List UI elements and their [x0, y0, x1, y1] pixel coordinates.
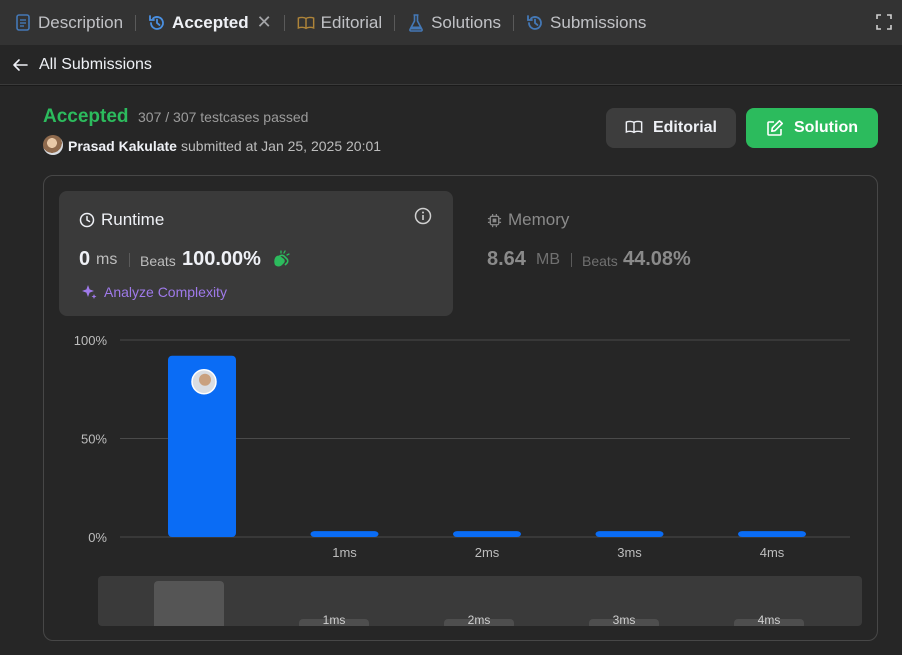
tab-divider: [513, 14, 515, 31]
solution-button[interactable]: Solution: [746, 108, 878, 148]
avatar[interactable]: [43, 135, 63, 155]
info-icon[interactable]: [414, 207, 432, 225]
memory-value: 8.64: [487, 248, 526, 270]
history-icon: [526, 14, 544, 32]
flask-icon: [407, 13, 425, 32]
close-icon[interactable]: ✕: [257, 12, 272, 33]
tab-divider: [135, 14, 137, 31]
bar: [310, 531, 379, 537]
memory-beats-label: Beats: [582, 253, 618, 269]
sparkle-icon: [82, 285, 97, 299]
submitted-time: submitted at Jan 25, 2025 20:01: [181, 138, 382, 154]
runtime-value: 0: [79, 248, 91, 270]
minimap-label: 3ms: [612, 613, 636, 626]
divider: [129, 253, 130, 267]
memory-title[interactable]: Memory: [487, 210, 569, 230]
tab-bar: Description Accepted ✕ Editorial Solutio…: [0, 0, 902, 45]
tab-solutions[interactable]: Solutions: [407, 0, 501, 45]
tab-label: Solutions: [431, 12, 502, 32]
tab-label: Editorial: [320, 12, 383, 32]
history-icon: [148, 14, 166, 32]
clock-icon: [79, 212, 95, 228]
tab-label: Accepted: [172, 12, 249, 32]
divider: [571, 253, 572, 267]
memory-beats-value: 44.08%: [623, 248, 691, 270]
bar: [595, 531, 664, 537]
fullscreen-icon[interactable]: [876, 14, 892, 30]
tab-editorial[interactable]: Editorial: [297, 0, 382, 45]
edit-icon: [766, 119, 784, 137]
avatar-face: [199, 373, 211, 386]
tab-description[interactable]: Description: [14, 0, 123, 45]
analyze-complexity-link[interactable]: Analyze Complexity: [80, 283, 227, 301]
back-link[interactable]: All Submissions: [0, 45, 902, 85]
tab-divider: [394, 14, 396, 31]
x-tick-label: 3ms: [617, 545, 642, 560]
chart-range-selector[interactable]: 1ms 2ms 3ms 4ms: [98, 576, 862, 626]
bar: [453, 531, 521, 537]
editorial-button[interactable]: Editorial: [606, 108, 736, 148]
x-tick-label: 4ms: [760, 545, 785, 560]
bar: [738, 531, 806, 537]
clapping-hands-icon: [274, 250, 290, 267]
x-tick-label: 1ms: [332, 545, 357, 560]
arrow-left-icon: [13, 58, 28, 71]
x-tick-label: 2ms: [475, 545, 500, 560]
tab-accepted[interactable]: Accepted ✕: [148, 0, 272, 45]
runtime-unit: ms: [96, 251, 118, 268]
back-label: All Submissions: [39, 55, 152, 73]
memory-unit: MB: [536, 251, 560, 268]
author-name[interactable]: Prasad Kakulate: [68, 138, 177, 154]
chip-icon: [487, 213, 502, 227]
runtime-beats-label: Beats: [140, 253, 176, 269]
y-tick-label: 0%: [88, 530, 107, 545]
description-icon: [14, 14, 32, 32]
y-tick-label: 50%: [81, 432, 107, 447]
book-icon: [625, 119, 643, 137]
runtime-distribution-chart: 100% 50% 0% 1ms 2ms 3ms 4ms: [74, 333, 850, 560]
editorial-label: Editorial: [652, 119, 717, 136]
y-tick-label: 100%: [74, 333, 108, 348]
minimap-label: 2ms: [467, 613, 491, 626]
range-handle[interactable]: [154, 581, 224, 626]
tab-divider: [283, 14, 285, 31]
runtime-title: Runtime: [79, 210, 164, 230]
solution-label: Solution: [794, 119, 858, 136]
book-icon: [297, 14, 315, 32]
runtime-beats-value: 100.00%: [182, 248, 261, 270]
status-label: Accepted: [43, 106, 129, 127]
minimap-label: 4ms: [757, 613, 781, 626]
minimap-label: 1ms: [322, 613, 346, 626]
runtime-title-label: Runtime: [101, 210, 165, 229]
memory-title-label: Memory: [508, 210, 570, 229]
tab-label: Description: [38, 12, 124, 32]
tab-label: Submissions: [550, 12, 647, 32]
tab-submissions[interactable]: Submissions: [526, 0, 646, 45]
testcases-passed: 307 / 307 testcases passed: [138, 109, 309, 125]
analyze-label: Analyze Complexity: [104, 284, 227, 300]
